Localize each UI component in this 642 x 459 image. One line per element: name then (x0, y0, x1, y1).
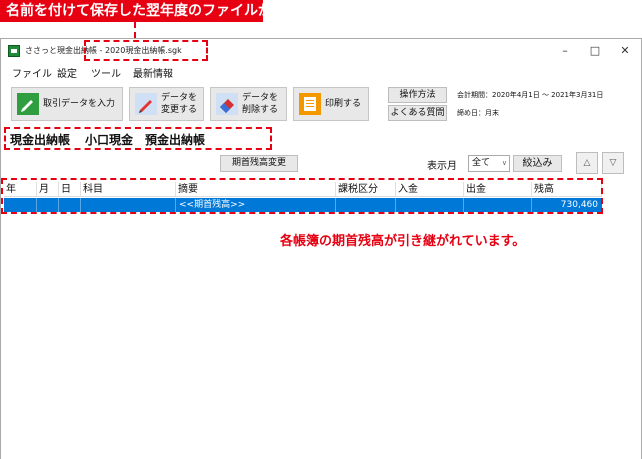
app-window: ささっと現金出納帳 - 2020現金出納帳.sgk – □ ✕ ファイル 設定 … (0, 38, 642, 459)
annotation-caption: 各帳簿の期首残高が引き継がれています。 (280, 234, 526, 249)
display-month-label: 表示月 (427, 161, 457, 172)
delete-button-label: データを 削除する (242, 93, 279, 115)
menu-settings[interactable]: 設定 (57, 65, 77, 80)
edit-pencil-icon (135, 93, 157, 115)
display-month-value: 全て (472, 158, 491, 168)
tabs-highlight (4, 127, 272, 150)
move-down-button[interactable]: ▽ (602, 152, 624, 174)
menu-tools[interactable]: ツール (91, 65, 121, 80)
faq-button[interactable]: よくある質問 (388, 105, 447, 121)
eraser-icon (216, 93, 238, 115)
filename-highlight (84, 40, 208, 61)
entry-button[interactable]: 取引データを入力 (11, 87, 123, 121)
app-icon (8, 45, 20, 57)
print-button-label: 印刷する (325, 99, 362, 109)
print-icon (299, 93, 321, 115)
menu-file[interactable]: ファイル (12, 65, 52, 80)
print-button[interactable]: 印刷する (293, 87, 369, 121)
fiscal-period: 会計期間：2020年4月1日 ～ 2021年3月31日 (457, 91, 604, 99)
filter-button[interactable]: 絞込み (513, 155, 562, 172)
menu-bar: ファイル 設定 ツール 最新情報 (1, 63, 641, 81)
toolbar: 取引データを入力 データを 変更する データを 削除する 印刷する 操作方法 よ… (1, 83, 641, 123)
maximize-button[interactable]: □ (580, 42, 610, 60)
display-month-select[interactable]: 全て ∨ (468, 155, 510, 172)
edit-button-label: データを 変更する (161, 93, 198, 115)
chevron-down-icon: ∨ (501, 159, 507, 167)
annotation-banner: 名前を付けて保存した翌年度のファイルが表示されます (0, 0, 263, 22)
closing-day: 締め日：月末 (457, 109, 499, 117)
move-up-button[interactable]: △ (576, 152, 598, 174)
pencil-icon (17, 93, 39, 115)
menu-latest-info[interactable]: 最新情報 (133, 65, 173, 80)
up-triangle-icon: △ (583, 158, 591, 168)
down-triangle-icon: ▽ (609, 158, 617, 168)
annotation-pointer (134, 22, 136, 38)
close-button[interactable]: ✕ (610, 42, 640, 60)
grid-highlight (1, 178, 603, 214)
minimize-button[interactable]: – (550, 42, 580, 60)
entry-button-label: 取引データを入力 (43, 99, 116, 109)
delete-button[interactable]: データを 削除する (210, 87, 287, 121)
howto-button[interactable]: 操作方法 (388, 87, 447, 103)
edit-button[interactable]: データを 変更する (129, 87, 204, 121)
opening-balance-button[interactable]: 期首残高変更 (220, 155, 298, 172)
